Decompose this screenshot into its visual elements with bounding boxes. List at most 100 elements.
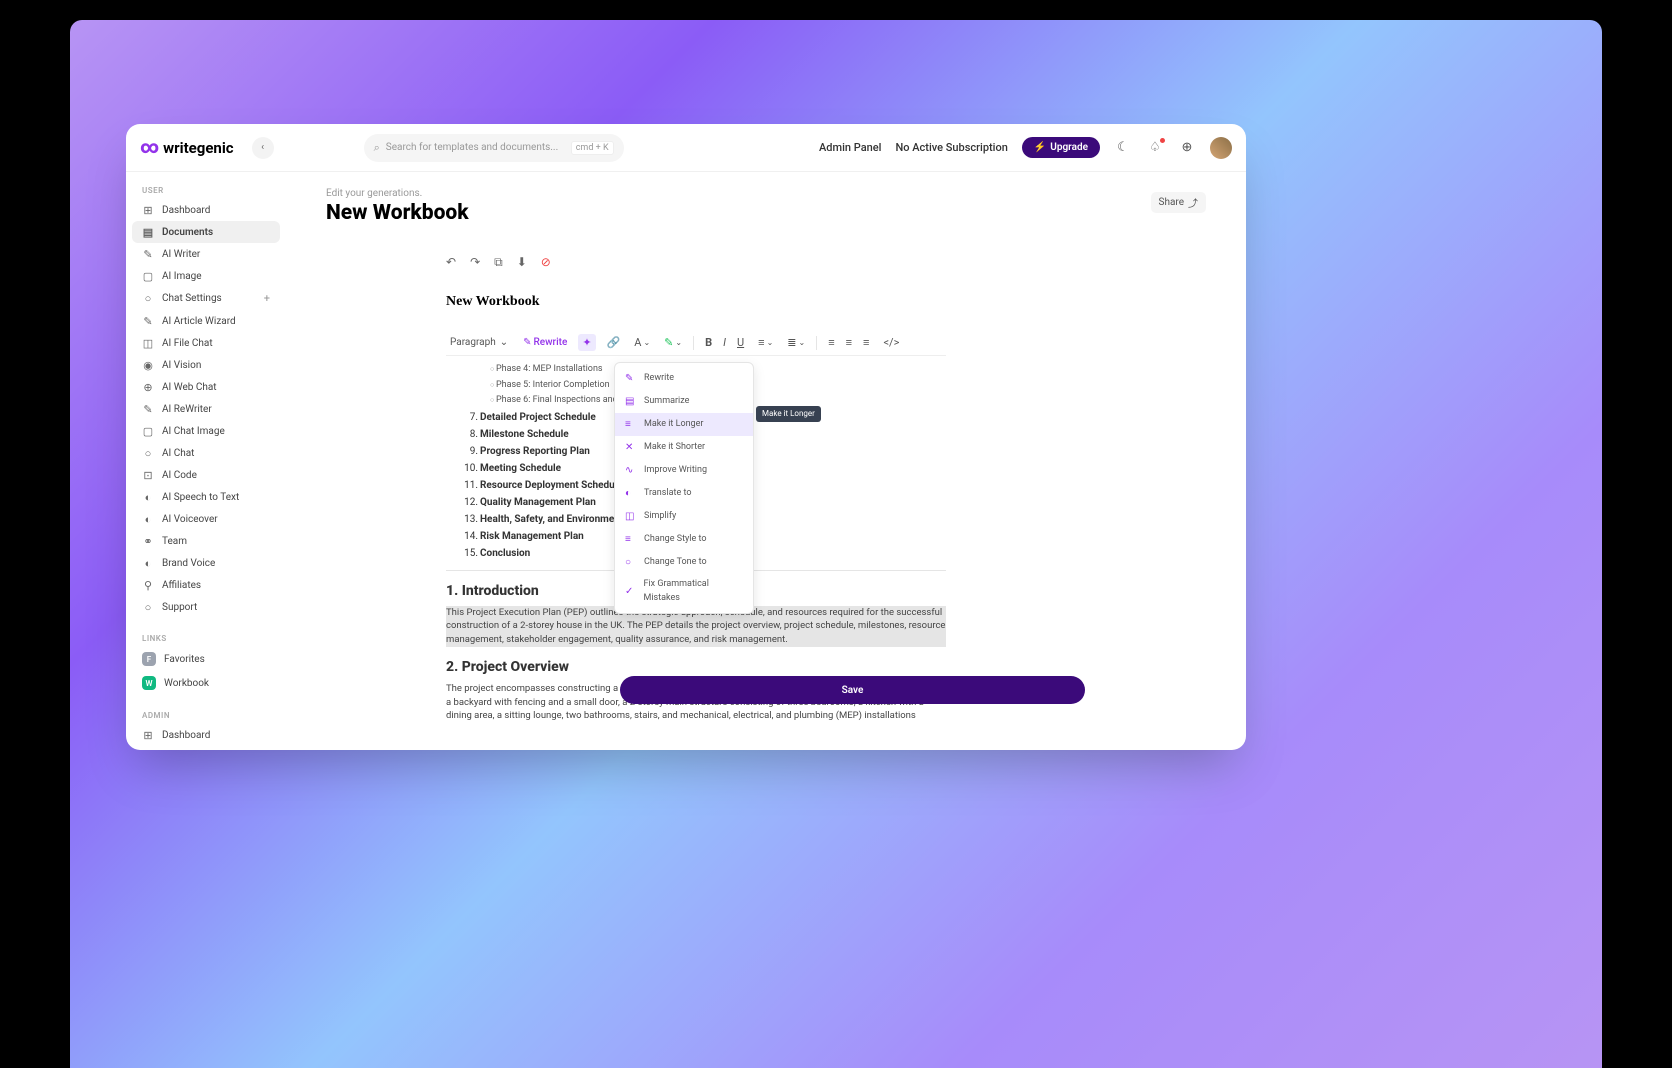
sidebar-item-brand-voice[interactable]: ◐Brand Voice (132, 552, 280, 574)
user-avatar[interactable] (1210, 137, 1232, 159)
ai-menu-label: Make it Shorter (644, 441, 705, 455)
bullet-list-button[interactable]: ≡⌄ (755, 334, 776, 351)
topbar: ∞ writegenic ‹ ⌕ Search for templates an… (126, 124, 1246, 172)
ai-menu-change-style-to[interactable]: ≡Change Style to (615, 528, 753, 551)
sidebar-item-label: AI Image (162, 271, 202, 282)
sidebar-collapse-button[interactable]: ‹ (252, 137, 274, 159)
bolt-icon: ⚡ (1034, 142, 1046, 153)
brand-logo[interactable]: ∞ writegenic (140, 137, 234, 158)
sidebar-item-icon: ✎ (142, 248, 154, 260)
text-color-icon: A (634, 336, 641, 349)
text-color-button[interactable]: A⌄ (631, 334, 653, 351)
search-input[interactable]: ⌕ Search for templates and documents... … (364, 134, 624, 162)
sidebar-item-chat-settings[interactable]: ○Chat Settings+ (132, 287, 280, 310)
sidebar-item-affiliates[interactable]: ⚲Affiliates (132, 574, 280, 596)
topbar-right: Admin Panel No Active Subscription ⚡ Upg… (819, 137, 1232, 159)
sidebar-item-support[interactable]: ○Support (132, 596, 280, 618)
notifications-button[interactable]: ♤ (1146, 139, 1164, 157)
sidebar-link-label: Favorites (164, 654, 205, 665)
sidebar-item-icon: ▢ (142, 270, 154, 282)
copy-button[interactable]: ⧉ (494, 255, 503, 270)
numbered-list-button[interactable]: ≣⌄ (784, 334, 808, 351)
ai-menu-icon: ≡ (625, 417, 636, 432)
sidebar-item-ai-rewriter[interactable]: ✎AI ReWriter (132, 398, 280, 420)
sidebar-item-ai-web-chat[interactable]: ⊕AI Web Chat (132, 376, 280, 398)
sidebar-item-label: Documents (162, 227, 213, 238)
sidebar-item-label: Dashboard (162, 730, 210, 741)
undo-button[interactable]: ↶ (446, 255, 456, 270)
page-subtitle: Edit your generations. (326, 188, 1206, 199)
sidebar-item-dashboard[interactable]: ⊞Dashboard (132, 199, 280, 221)
upgrade-button[interactable]: ⚡ Upgrade (1022, 137, 1100, 158)
sidebar-item-label: AI Chat Image (162, 426, 225, 437)
notification-dot (1160, 138, 1165, 143)
align-right-button[interactable]: ≡ (860, 334, 872, 351)
align-center-button[interactable]: ≡ (843, 334, 855, 351)
separator (816, 336, 817, 350)
sidebar-item-ai-writer[interactable]: ✎AI Writer (132, 243, 280, 265)
italic-button[interactable]: I (720, 334, 729, 351)
sidebar-item-ai-chat[interactable]: ○AI Chat (132, 442, 280, 464)
subscription-status[interactable]: No Active Subscription (895, 141, 1007, 154)
sidebar-item-ai-code[interactable]: ⊡AI Code (132, 464, 280, 486)
document-body[interactable]: Phase 4: MEP InstallationsPhase 5: Inter… (446, 362, 946, 723)
sidebar-item-documents[interactable]: ▤Documents (132, 221, 280, 243)
ai-menu-simplify[interactable]: ◫Simplify (615, 505, 753, 528)
plus-icon[interactable]: + (264, 292, 270, 305)
share-button[interactable]: Share ⤴ (1151, 192, 1206, 213)
underline-button[interactable]: U (734, 334, 747, 351)
redo-button[interactable]: ↷ (470, 255, 480, 270)
ai-menu-icon: ✓ (625, 584, 636, 599)
highlight-button[interactable]: ✎⌄ (661, 334, 685, 351)
chevron-down-icon: ⌄ (643, 338, 650, 347)
theme-toggle[interactable]: ☾ (1114, 139, 1132, 157)
app-window: ∞ writegenic ‹ ⌕ Search for templates an… (126, 124, 1246, 750)
sidebar-item-icon: ◉ (142, 359, 154, 371)
editor-action-bar: ↶ ↷ ⧉ ⬇ ⊘ (446, 251, 946, 274)
sidebar-link-workbook[interactable]: WWorkbook (132, 671, 280, 695)
sidebar-item-ai-article-wizard[interactable]: ✎AI Article Wizard (132, 310, 280, 332)
ai-menu-make-it-shorter[interactable]: ✕Make it Shorter (615, 436, 753, 459)
delete-button[interactable]: ⊘ (541, 255, 551, 270)
sidebar-item-ai-chat-image[interactable]: ▢AI Chat Image (132, 420, 280, 442)
save-button[interactable]: Save (620, 676, 1085, 704)
admin-panel-link[interactable]: Admin Panel (819, 141, 881, 154)
ai-menu-label: Change Tone to (644, 556, 707, 570)
sparkle-icon: ✦ (582, 336, 591, 349)
ai-menu-summarize[interactable]: ▤Summarize (615, 390, 753, 413)
sidebar-item-icon: ⊞ (142, 204, 154, 216)
ai-menu-change-tone-to[interactable]: ○Change Tone to (615, 551, 753, 574)
document-title[interactable]: New Workbook (446, 294, 946, 310)
ai-menu-fix-grammatical-mistakes[interactable]: ✓Fix Grammatical Mistakes (615, 574, 753, 609)
ai-menu-icon: ◐ (625, 486, 636, 501)
sidebar-item-icon: ✎ (142, 403, 154, 415)
align-left-button[interactable]: ≡ (825, 334, 837, 351)
sidebar-item-ai-image[interactable]: ▢ AI Image (132, 265, 280, 287)
link-button[interactable]: 🔗 (604, 334, 624, 351)
download-button[interactable]: ⬇ (517, 255, 527, 270)
sidebar-item-ai-voiceover[interactable]: ◐AI Voiceover (132, 508, 280, 530)
align-left-icon: ≡ (828, 336, 834, 349)
ai-menu-rewrite[interactable]: ✎Rewrite (615, 367, 753, 390)
language-button[interactable]: ⊕ (1178, 139, 1196, 157)
ai-magic-button[interactable]: ✦ (578, 334, 595, 351)
moon-icon: ☾ (1117, 140, 1129, 155)
sidebar-item-ai-speech-to-text[interactable]: ◐AI Speech to Text (132, 486, 280, 508)
ai-menu-translate-to[interactable]: ◐Translate to (615, 482, 753, 505)
ai-menu-label: Change Style to (644, 533, 706, 547)
text-format-group: B I U (702, 334, 747, 351)
sidebar-item-label: AI Article Wizard (162, 316, 236, 327)
bold-button[interactable]: B (702, 334, 715, 351)
sidebar-item-icon: ◐ (142, 491, 154, 503)
code-button[interactable]: </> (880, 334, 902, 351)
sidebar-item-ai-file-chat[interactable]: ◫AI File Chat (132, 332, 280, 354)
sidebar-item-team[interactable]: ⚭Team (132, 530, 280, 552)
ai-menu-improve-writing[interactable]: ∿Improve Writing (615, 459, 753, 482)
rewrite-button[interactable]: ✎ Rewrite (520, 335, 570, 350)
block-style-dropdown[interactable]: Paragraph ⌄ (446, 335, 512, 350)
ai-menu-make-it-longer[interactable]: ≡Make it Longer (615, 413, 753, 436)
sidebar-item-ai-vision[interactable]: ◉AI Vision (132, 354, 280, 376)
share-icon: ⤴ (1188, 195, 1198, 210)
sidebar-admin-dashboard[interactable]: ⊞Dashboard (132, 724, 280, 746)
sidebar-link-favorites[interactable]: FFavorites (132, 647, 280, 671)
